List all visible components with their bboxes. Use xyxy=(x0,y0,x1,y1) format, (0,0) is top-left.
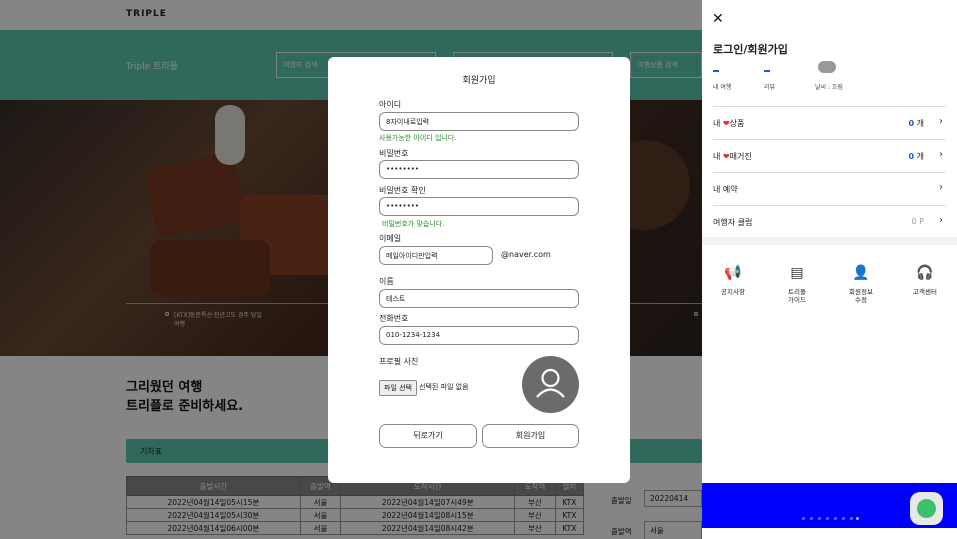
email-domain: @naver.com xyxy=(501,250,551,259)
avatar xyxy=(522,356,579,413)
chevron-right-icon[interactable]: › xyxy=(939,149,943,160)
heart-icon: ❤ xyxy=(722,119,730,128)
chevron-right-icon[interactable]: › xyxy=(939,215,943,226)
password-confirm-input[interactable]: •••••••• xyxy=(379,197,579,216)
name-input[interactable]: 테스트 xyxy=(379,289,579,308)
divider xyxy=(713,172,946,173)
headset-icon: 🎧 xyxy=(916,265,934,281)
cloud-icon xyxy=(818,61,836,73)
my-products-count: 0 개 xyxy=(908,119,924,128)
guide-label: 트리플 가이드 xyxy=(788,288,806,304)
notice-button[interactable]: 📢 공지사항 xyxy=(713,265,753,296)
phone-input[interactable]: 010-1234-1234 xyxy=(379,326,579,345)
signup-submit-button[interactable]: 회원가입 xyxy=(482,424,579,448)
id-label: 아이디 xyxy=(379,100,402,109)
edit-profile-button[interactable]: 👤 회원정보 수정 xyxy=(841,265,881,304)
banner-dot[interactable] xyxy=(826,517,829,520)
section-gap xyxy=(702,237,957,245)
banner-dot-active[interactable] xyxy=(856,517,859,520)
customer-center-label: 고객센터 xyxy=(913,288,937,296)
signup-modal: 회원가입 아이디 8자이내로입력 사용가능한 아이디 입니다. 비밀번호 •••… xyxy=(328,57,630,483)
divider xyxy=(713,205,946,206)
password-label: 비밀번호 xyxy=(379,149,409,158)
page: TRIPLE Triple 트리플 여행지 검색 여행상품 검색 [KTX]동문… xyxy=(0,0,957,539)
banner-dot[interactable] xyxy=(850,517,853,520)
password-match-message: 비밀번호가 맞습니다. xyxy=(382,220,445,228)
banner-dot[interactable] xyxy=(842,517,845,520)
reviews-label: 리뷰 xyxy=(764,84,776,91)
club-points: 0 P xyxy=(911,217,924,226)
my-products-row[interactable]: 내 ❤상품 xyxy=(713,118,744,129)
customer-center-button[interactable]: 🎧 고객센터 xyxy=(905,265,945,296)
chevron-right-icon[interactable]: › xyxy=(939,182,943,193)
file-status: 선택된 파일 없음 xyxy=(419,383,469,391)
my-magazine-count: 0 개 xyxy=(908,152,924,161)
banner-dot[interactable] xyxy=(834,517,837,520)
modal-title: 회원가입 xyxy=(462,76,496,86)
side-drawer: ✕ 로그인/회원가입 내 여행 리뷰 날씨 : 흐림 내 ❤상품 0 개 › 내… xyxy=(702,0,957,539)
heart-icon: ❤ xyxy=(722,152,730,161)
file-select-button[interactable]: 파일 선택 xyxy=(379,380,417,396)
megaphone-icon: 📢 xyxy=(724,265,742,281)
name-label: 이름 xyxy=(379,277,394,286)
edit-profile-label: 회원정보 수정 xyxy=(849,288,873,304)
banner-dot[interactable] xyxy=(818,517,821,520)
my-magazine-row[interactable]: 내 ❤매거진 xyxy=(713,151,752,162)
reviews-count xyxy=(764,70,770,72)
my-reservations-row[interactable]: 내 예약 xyxy=(713,184,738,195)
notice-label: 공지사항 xyxy=(721,288,745,296)
trips-count xyxy=(713,70,719,72)
login-signup-link[interactable]: 로그인/회원가입 xyxy=(713,41,788,57)
back-button[interactable]: 뒤로가기 xyxy=(379,424,477,448)
password-input[interactable]: •••••••• xyxy=(379,160,579,179)
password-confirm-label: 비밀번호 확인 xyxy=(379,186,426,195)
phone-label: 전화번호 xyxy=(379,314,409,323)
chevron-right-icon[interactable]: › xyxy=(939,116,943,127)
weather-label: 날씨 : 흐림 xyxy=(815,84,843,91)
id-available-message: 사용가능한 아이디 입니다. xyxy=(379,134,457,142)
banner-dot[interactable] xyxy=(802,517,805,520)
book-icon: ▤ xyxy=(790,265,804,281)
email-label: 이메일 xyxy=(379,234,402,243)
chat-button[interactable] xyxy=(910,492,943,525)
banner-dot[interactable] xyxy=(810,517,813,520)
user-avatar-icon xyxy=(536,368,565,398)
trips-label: 내 여행 xyxy=(713,84,732,91)
chatbot-icon xyxy=(917,499,936,518)
id-input[interactable]: 8자이내로입력 xyxy=(379,112,579,131)
person-icon: 👤 xyxy=(852,265,870,281)
email-input[interactable]: 메일아이디만입력 xyxy=(379,246,493,265)
divider xyxy=(713,139,946,140)
profile-photo-label: 프로필 사진 xyxy=(379,357,419,366)
divider xyxy=(713,106,946,107)
travelers-club-row[interactable]: 여행자 클럽 xyxy=(713,217,752,228)
close-icon[interactable]: ✕ xyxy=(712,11,724,27)
guide-button[interactable]: ▤ 트리플 가이드 xyxy=(777,265,817,304)
